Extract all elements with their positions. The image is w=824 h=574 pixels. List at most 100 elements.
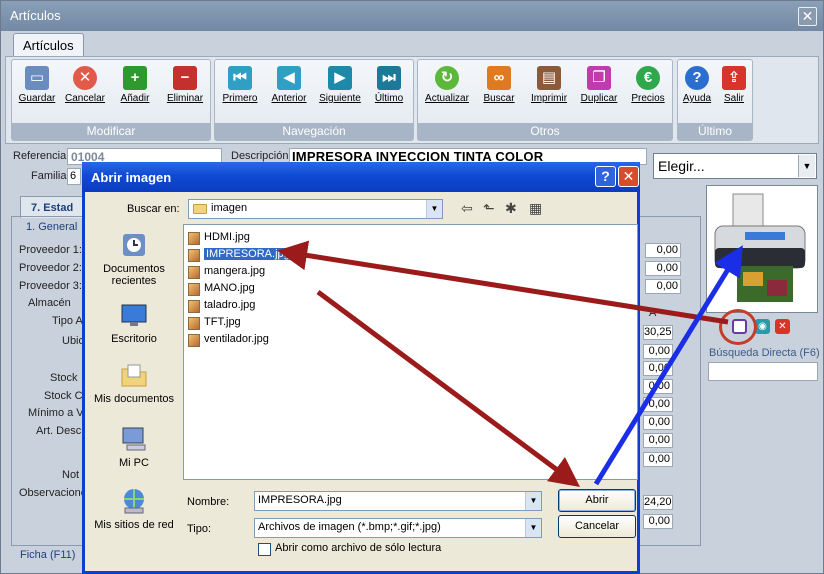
value-field[interactable]: 30,25 xyxy=(643,325,673,340)
place-recent[interactable]: Documentos recientes xyxy=(90,230,178,287)
value-field[interactable]: 0,00 xyxy=(643,344,673,359)
next-icon: ▶ xyxy=(328,66,352,90)
chevron-down-icon: ▼ xyxy=(525,519,541,537)
anadir-button[interactable]: + Añadir xyxy=(112,64,158,106)
precios-button[interactable]: € Precios xyxy=(625,64,671,106)
dialog-close-button[interactable]: ✕ xyxy=(618,166,639,187)
tab-estadisticas[interactable]: 7. Estad xyxy=(20,196,84,218)
nombre-input[interactable]: IMPRESORA.jpg ▼ xyxy=(254,491,542,511)
group-label-navegacion: Navegación xyxy=(215,123,413,140)
familia-label: Familia: xyxy=(31,170,70,182)
ayuda-button[interactable]: ? Ayuda xyxy=(679,64,715,106)
value-field[interactable]: 24,20 xyxy=(643,495,673,510)
buscar-button[interactable]: ∞ Buscar xyxy=(476,64,522,106)
file-item[interactable]: ventilador.jpg xyxy=(188,333,269,349)
save-icon: ▭ xyxy=(25,66,49,90)
descripcion-label: Descripción: xyxy=(231,150,292,162)
cancelar-button[interactable]: ✕ Cancelar xyxy=(62,64,108,106)
image-file-icon xyxy=(188,300,200,313)
last-icon: ⏭ xyxy=(377,66,401,90)
elegir-select[interactable]: Elegir... ▼ xyxy=(653,153,817,179)
chevron-down-icon: ▼ xyxy=(525,492,541,510)
refresh-icon: ↻ xyxy=(435,66,459,90)
actualizar-button[interactable]: ↻ Actualizar xyxy=(422,64,472,106)
value-field[interactable]: 0,00 xyxy=(643,379,673,394)
network-places-icon xyxy=(124,489,144,514)
busqueda-directa-label: Búsqueda Directa (F6) xyxy=(709,347,820,359)
tipo-label: Tipo: xyxy=(187,523,212,535)
folder-icon xyxy=(193,204,207,214)
abrir-button[interactable]: Abrir xyxy=(558,489,636,512)
file-item-selected[interactable]: IMPRESORA.jpg xyxy=(188,248,292,264)
familia-field[interactable]: 6 xyxy=(67,168,81,185)
place-network[interactable]: Mis sitios de red xyxy=(90,486,178,531)
window-titlebar: Artículos ✕ xyxy=(1,1,823,31)
value-field[interactable]: 0,00 xyxy=(643,415,673,430)
value-field[interactable]: 0,00 xyxy=(643,361,673,376)
value-field[interactable]: 0,00 xyxy=(643,397,673,412)
image-file-icon xyxy=(188,232,200,245)
group-label-modificar: Modificar xyxy=(12,123,210,140)
place-my-computer[interactable]: Mi PC xyxy=(90,424,178,469)
ribbon-tab-articulos[interactable]: Artículos xyxy=(13,33,84,57)
new-folder-icon[interactable]: ✱ xyxy=(505,200,517,217)
ultimo-nav-button[interactable]: ⏭ Último xyxy=(366,64,412,106)
buscar-en-label: Buscar en: xyxy=(127,203,180,215)
view-image-icon[interactable]: ◉ xyxy=(755,319,770,334)
value-field[interactable]: 0,00 xyxy=(643,514,673,529)
readonly-checkbox[interactable] xyxy=(258,543,271,556)
stock-label: Stock xyxy=(50,372,78,384)
place-desktop[interactable]: Escritorio xyxy=(90,300,178,345)
nombre-label: Nombre: xyxy=(187,496,230,508)
familia-value: 6 xyxy=(70,170,77,182)
eliminar-button[interactable]: − Eliminar xyxy=(162,64,208,106)
places-bar: Documentos recientes Escritorio Mis docu… xyxy=(90,224,178,536)
proveedor3-label: Proveedor 3: xyxy=(19,280,82,292)
file-item[interactable]: MANO.jpg xyxy=(188,282,255,298)
file-list: HDMI.jpg IMPRESORA.jpg mangera.jpg MANO.… xyxy=(183,224,638,480)
siguiente-button[interactable]: ▶ Siguiente xyxy=(317,64,363,106)
euro-icon: € xyxy=(636,66,660,90)
place-my-documents[interactable]: Mis documentos xyxy=(90,360,178,405)
up-folder-icon[interactable]: ⬑ xyxy=(483,200,495,217)
dialog-help-button[interactable]: ? xyxy=(595,166,616,187)
busqueda-directa-input[interactable] xyxy=(708,362,818,381)
group-label-ultimo: Último xyxy=(678,123,752,140)
anterior-button[interactable]: ◀ Anterior xyxy=(266,64,312,106)
value-field[interactable]: 0,00 xyxy=(645,243,681,258)
imprimir-button[interactable]: ▤ Imprimir xyxy=(526,64,572,106)
view-menu-icon[interactable]: ▦ xyxy=(529,200,542,217)
file-item[interactable]: mangera.jpg xyxy=(188,265,265,281)
buscar-en-select[interactable]: imagen ▼ xyxy=(188,199,443,219)
tipo-select[interactable]: Archivos de imagen (*.bmp;*.gif;*.jpg) ▼ xyxy=(254,518,542,538)
proveedor2-label: Proveedor 2: xyxy=(19,262,82,274)
window-close-button[interactable]: ✕ xyxy=(798,7,817,26)
duplicar-button[interactable]: ❐ Duplicar xyxy=(576,64,622,106)
guardar-button[interactable]: ▭ Guardar xyxy=(14,64,60,106)
product-photo xyxy=(706,185,818,313)
value-field[interactable]: 0,00 xyxy=(643,433,673,448)
notas-label: Not xyxy=(62,469,80,481)
duplicate-icon: ❐ xyxy=(587,66,611,90)
value-field[interactable]: 0,00 xyxy=(645,279,681,294)
image-file-icon xyxy=(188,334,200,347)
file-item[interactable]: taladro.jpg xyxy=(188,299,255,315)
salir-button[interactable]: ⇪ Salir xyxy=(716,64,752,106)
delete-image-icon[interactable]: ✕ xyxy=(775,319,790,334)
file-item[interactable]: TFT.jpg xyxy=(188,316,241,332)
primero-button[interactable]: ⏮ Primero xyxy=(217,64,263,106)
readonly-label: Abrir como archivo de sólo lectura xyxy=(275,542,442,554)
column-header: A xyxy=(649,307,657,319)
chevron-down-icon: ▼ xyxy=(798,155,815,177)
first-icon: ⏮ xyxy=(228,66,252,90)
ficha-tab[interactable]: Ficha (F11) xyxy=(20,549,75,561)
value-field[interactable]: 0,00 xyxy=(643,452,673,467)
dialog-title: Abrir imagen xyxy=(91,170,172,185)
help-icon: ? xyxy=(685,66,709,90)
tab-general[interactable]: 1. General xyxy=(26,221,77,233)
dialog-cancel-button[interactable]: Cancelar xyxy=(558,515,636,538)
observaciones-label: Observacione xyxy=(19,487,87,499)
value-field[interactable]: 0,00 xyxy=(645,261,681,276)
back-icon[interactable]: ⇦ xyxy=(461,200,473,217)
file-item[interactable]: HDMI.jpg xyxy=(188,231,250,247)
